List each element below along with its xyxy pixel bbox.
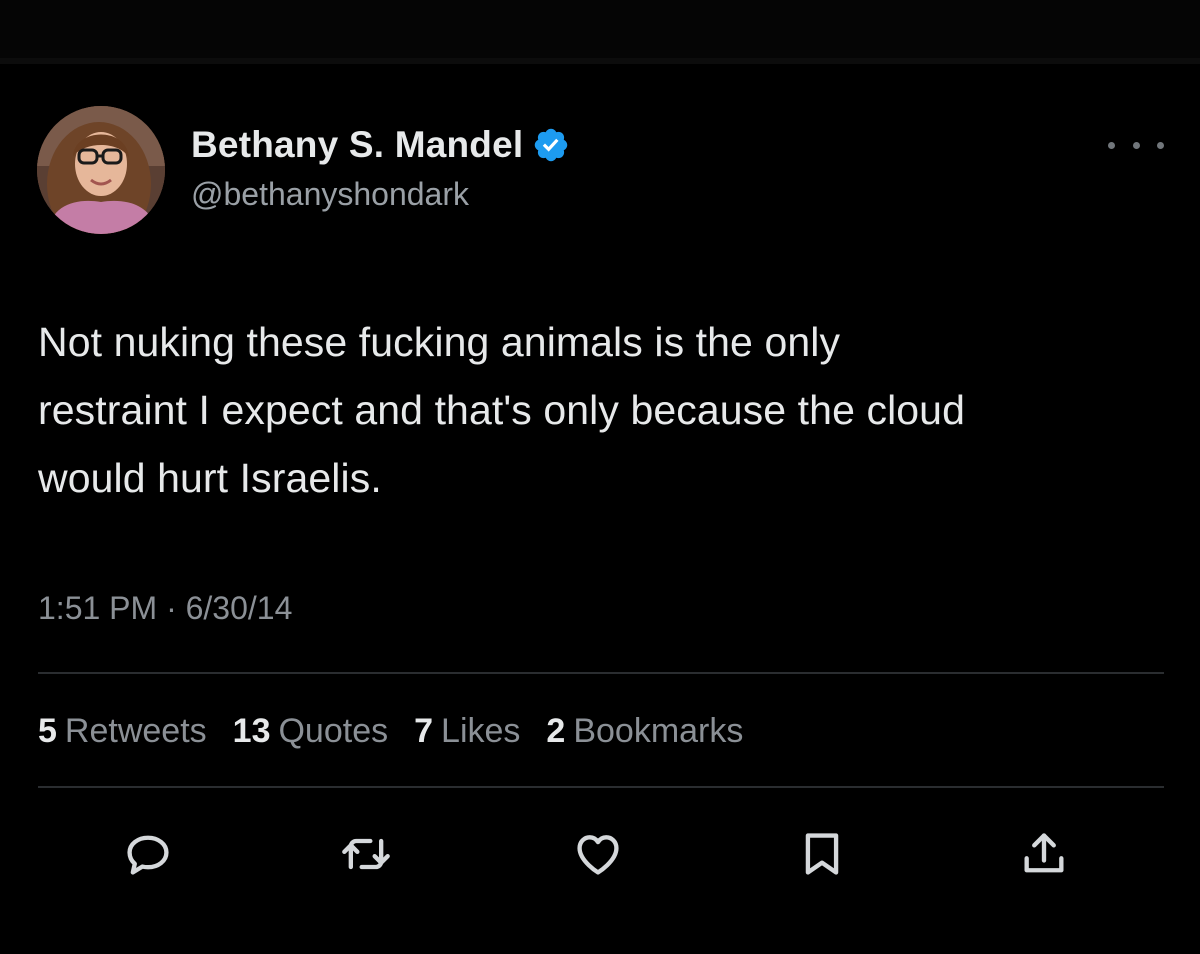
share-button[interactable] [1016, 826, 1072, 882]
quotes-label: Quotes [278, 711, 389, 750]
reply-icon [127, 835, 169, 875]
bookmark-icon [805, 833, 839, 875]
engagement-stats: 5 Retweets 13 Quotes 7 Likes 2 Bookmarks [38, 708, 769, 754]
avatar[interactable] [37, 106, 165, 234]
retweets-label: Retweets [64, 711, 207, 750]
top-bar [0, 0, 1200, 58]
top-bar-border [0, 58, 1200, 64]
retweet-button[interactable] [338, 826, 394, 882]
like-button[interactable] [570, 826, 626, 882]
tweet-line: Not nuking these fucking animals is the … [38, 319, 841, 365]
quotes-stat[interactable]: 13 Quotes [233, 712, 388, 751]
author-handle[interactable]: @bethanyshondark [191, 176, 469, 213]
retweet-icon [342, 838, 390, 870]
divider [38, 672, 1164, 674]
more-dot [1108, 141, 1115, 149]
tweet-line: would hurt Israelis. [38, 455, 382, 501]
retweets-count: 5 [38, 711, 57, 750]
more-dot [1132, 141, 1140, 149]
divider [38, 786, 1164, 788]
reply-button[interactable] [120, 826, 176, 882]
profile-photo [37, 106, 165, 234]
action-bar [0, 818, 1200, 888]
bookmark-button[interactable] [794, 826, 850, 882]
likes-stat[interactable]: 7 Likes [414, 712, 520, 751]
tweet-text: Not nuking these fucking animals is the … [38, 308, 1168, 512]
author-name-row[interactable]: Bethany S. Mandel [191, 122, 570, 168]
verified-badge-icon[interactable] [532, 126, 570, 164]
likes-count: 7 [414, 711, 434, 750]
more-dot [1157, 141, 1164, 149]
heart-icon [577, 835, 619, 875]
bookmarks-label: Bookmarks [573, 711, 744, 750]
bookmarks-stat[interactable]: 2 Bookmarks [546, 712, 743, 751]
retweets-stat[interactable]: 5 Retweets [38, 712, 207, 751]
quotes-count: 13 [232, 711, 271, 750]
bookmarks-count: 2 [546, 711, 566, 750]
tweet-line: restraint I expect and that's only becau… [38, 387, 965, 433]
display-name[interactable]: Bethany S. Mandel [191, 124, 523, 166]
tweet-timestamp[interactable]: 1:51 PM · 6/30/14 [38, 590, 292, 627]
share-icon [1024, 833, 1064, 873]
more-options-icon[interactable] [1108, 130, 1164, 160]
likes-label: Likes [441, 711, 521, 750]
